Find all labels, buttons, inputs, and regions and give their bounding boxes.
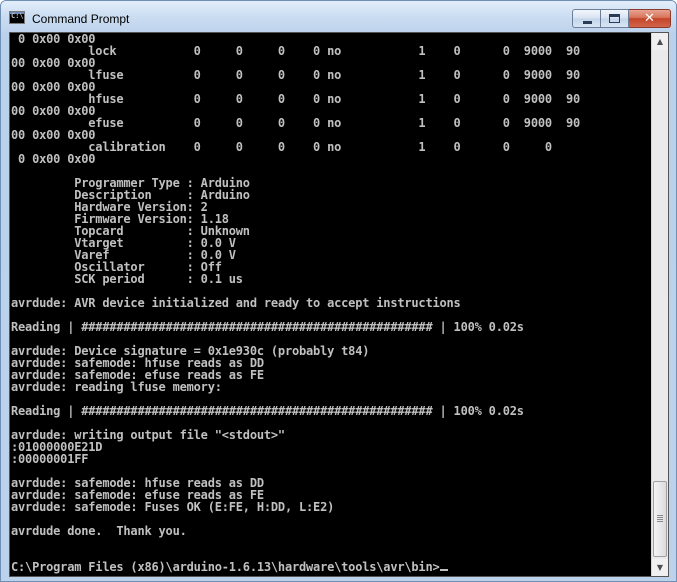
minimize-icon (583, 21, 592, 24)
console-line: Reading | ##############################… (11, 404, 524, 418)
prompt-path: C:\Program Files (x86)\arduino-1.6.13\ha… (11, 560, 440, 574)
console-line: avrdude: AVR device initialized and read… (11, 296, 461, 310)
console-line: Reading | ##############################… (11, 320, 524, 334)
text-cursor (439, 569, 448, 571)
scrollbar-grip-icon (657, 515, 663, 522)
maximize-icon (609, 14, 620, 23)
console-line: avrdude done. Thank you. (11, 524, 187, 538)
scrollbar-thumb[interactable] (653, 481, 667, 557)
command-prompt-line[interactable]: C:\Program Files (x86)\arduino-1.6.13\ha… (11, 561, 651, 573)
console-line: hfuse 0 0 0 0 no 1 0 0 9000 90 (11, 92, 580, 106)
app-icon-label: C:\ (11, 12, 24, 20)
console-line: lock 0 0 0 0 no 1 0 0 9000 90 (11, 44, 580, 58)
scroll-up-arrow-icon[interactable]: ▲ (652, 33, 668, 50)
close-button[interactable]: ✕ (629, 9, 671, 28)
window-title: Command Prompt (32, 12, 130, 26)
maximize-button[interactable] (601, 9, 629, 28)
console-line: 0 0x00 0x00 (11, 152, 96, 166)
console-line: avrdude: safemode: Fuses OK (E:FE, H:DD,… (11, 500, 335, 514)
console-line: efuse 0 0 0 0 no 1 0 0 9000 90 (11, 116, 580, 130)
console-output[interactable]: 0 0x00 0x00 lock 0 0 0 0 no 1 0 0 9000 9… (11, 33, 651, 576)
console-text: 0 0x00 0x00 lock 0 0 0 0 no 1 0 0 9000 9… (11, 33, 651, 561)
console-line: lfuse 0 0 0 0 no 1 0 0 9000 90 (11, 68, 580, 82)
console-line: avrdude: reading lfuse memory: (11, 380, 222, 394)
console-area[interactable]: 0 0x00 0x00 lock 0 0 0 0 no 1 0 0 9000 9… (9, 32, 669, 577)
minimize-button[interactable] (572, 9, 601, 28)
scroll-down-arrow-icon[interactable]: ▼ (652, 559, 668, 576)
command-prompt-window: C:\ Command Prompt ✕ 0 0x00 0x00 lock 0 … (0, 0, 677, 582)
close-icon: ✕ (644, 11, 655, 26)
title-bar[interactable]: C:\ Command Prompt ✕ (1, 1, 676, 33)
console-line: SCK period : 0.1 us (11, 272, 243, 286)
command-prompt-icon[interactable]: C:\ (9, 11, 25, 24)
vertical-scrollbar[interactable]: ▲ ▼ (651, 33, 668, 576)
console-line: :00000001FF (11, 452, 89, 466)
